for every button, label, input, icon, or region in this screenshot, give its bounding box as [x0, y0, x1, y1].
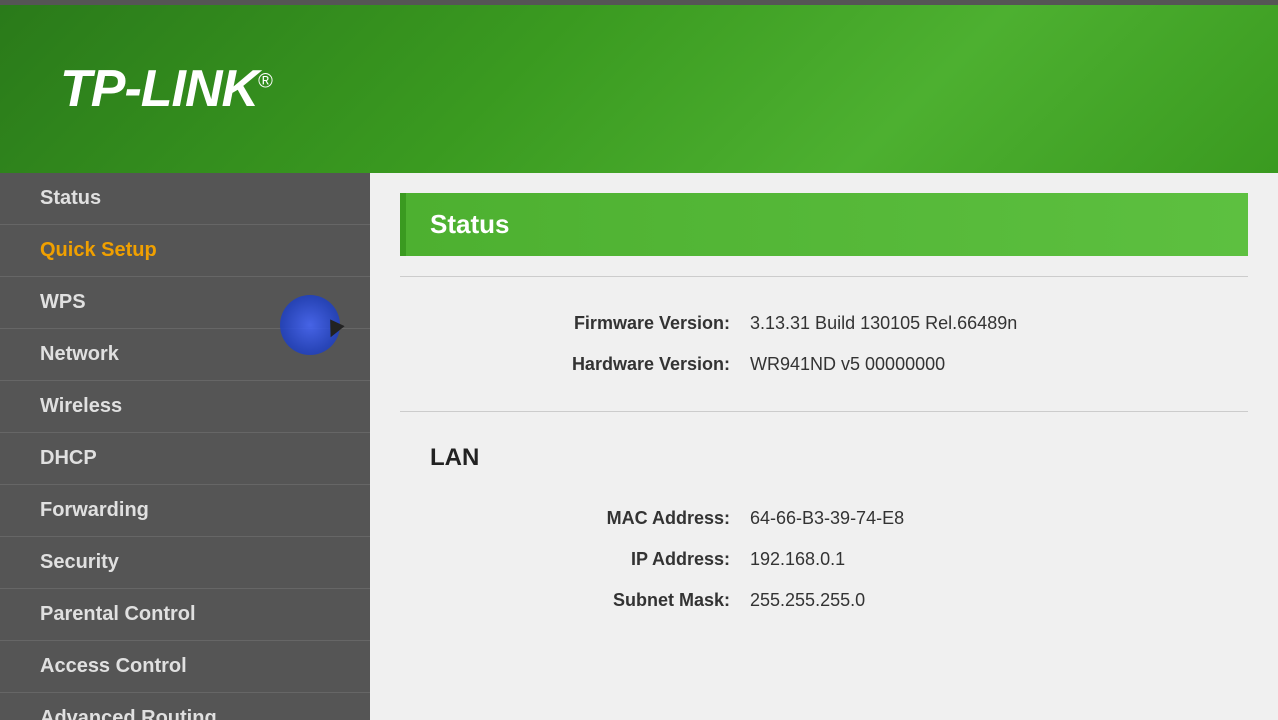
sidebar-item-security[interactable]: Security	[0, 537, 370, 589]
lan-info-section: MAC Address: 64-66-B3-39-74-E8 IP Addres…	[400, 488, 1248, 631]
hardware-row: Hardware Version: WR941ND v5 00000000	[430, 344, 1218, 385]
subnet-value: 255.255.255.0	[750, 590, 865, 611]
page-title: Status	[430, 209, 509, 239]
sidebar-item-network[interactable]: Network	[0, 329, 370, 381]
main-content: Status Firmware Version: 3.13.31 Build 1…	[370, 173, 1278, 720]
firmware-label: Firmware Version:	[490, 313, 750, 334]
lan-section-title: LAN	[400, 428, 1248, 488]
ip-row: IP Address: 192.168.0.1	[430, 539, 1218, 580]
header: TP-LINK®	[0, 5, 1278, 173]
sidebar-item-advanced-routing[interactable]: Advanced Routing	[0, 693, 370, 720]
sidebar-item-parental-control[interactable]: Parental Control	[0, 589, 370, 641]
mac-value: 64-66-B3-39-74-E8	[750, 508, 904, 529]
sidebar: Status Quick Setup WPS Network Wireless …	[0, 173, 370, 720]
registered-mark: ®	[258, 71, 272, 93]
tp-link-logo: TP-LINK®	[60, 59, 272, 119]
sidebar-item-forwarding[interactable]: Forwarding	[0, 485, 370, 537]
main-layout: Status Quick Setup WPS Network Wireless …	[0, 173, 1278, 720]
sidebar-item-wps[interactable]: WPS	[0, 277, 370, 329]
status-section-header: Status	[400, 193, 1248, 256]
hardware-value: WR941ND v5 00000000	[750, 354, 945, 375]
logo-text: TP-LINK	[60, 60, 258, 118]
divider-1	[400, 276, 1248, 277]
firmware-row: Firmware Version: 3.13.31 Build 130105 R…	[430, 303, 1218, 344]
subnet-label: Subnet Mask:	[490, 590, 750, 611]
mac-row: MAC Address: 64-66-B3-39-74-E8	[430, 498, 1218, 539]
divider-2	[400, 411, 1248, 412]
sidebar-item-status[interactable]: Status	[0, 173, 370, 225]
firmware-value: 3.13.31 Build 130105 Rel.66489n	[750, 313, 1017, 334]
hardware-label: Hardware Version:	[490, 354, 750, 375]
sidebar-item-quick-setup[interactable]: Quick Setup	[0, 225, 370, 277]
sidebar-item-wireless[interactable]: Wireless	[0, 381, 370, 433]
sidebar-item-access-control[interactable]: Access Control	[0, 641, 370, 693]
ip-value: 192.168.0.1	[750, 549, 845, 570]
mac-label: MAC Address:	[490, 508, 750, 529]
firmware-info-section: Firmware Version: 3.13.31 Build 130105 R…	[400, 293, 1248, 395]
sidebar-item-dhcp[interactable]: DHCP	[0, 433, 370, 485]
ip-label: IP Address:	[490, 549, 750, 570]
subnet-row: Subnet Mask: 255.255.255.0	[430, 580, 1218, 621]
